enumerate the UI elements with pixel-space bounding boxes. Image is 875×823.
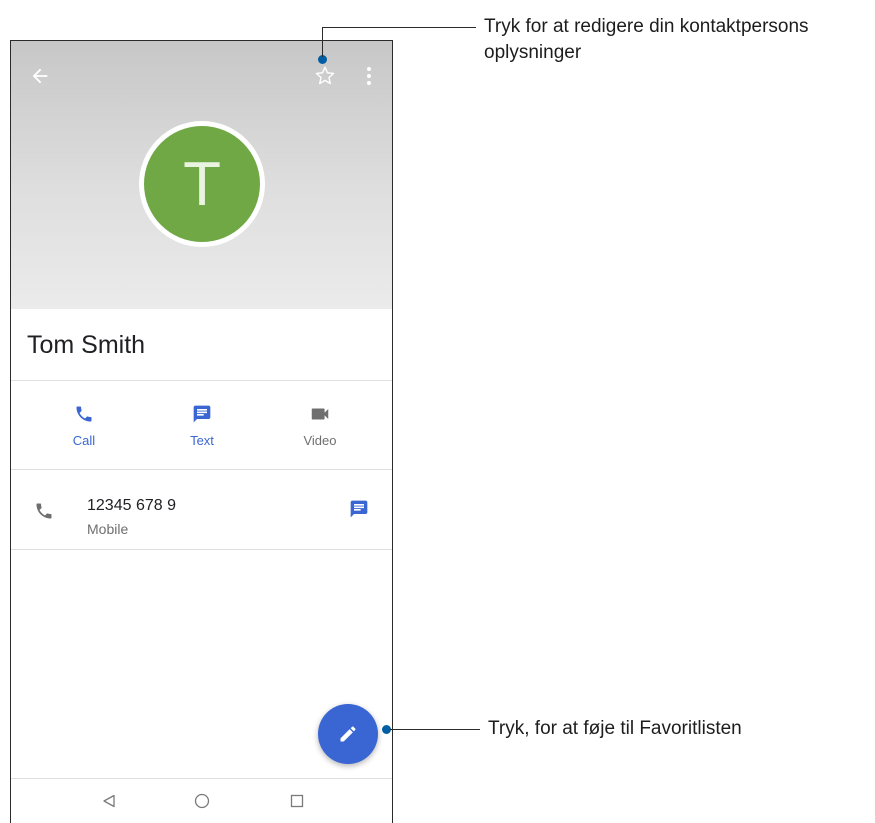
callout-text-line: oplysninger [484, 42, 582, 63]
edit-fab-button[interactable] [318, 704, 378, 764]
phone-type: Mobile [87, 521, 129, 537]
contact-name: Tom Smith [27, 331, 146, 359]
recents-square-icon[interactable] [286, 790, 308, 812]
divider [11, 469, 392, 470]
divider [11, 380, 392, 381]
video-label: Video [303, 433, 337, 448]
callout-text-line: Tryk for at redigere din kontaktpersons [484, 16, 809, 37]
phone-number-row[interactable]: 12345 678 9 Mobile [11, 471, 392, 549]
divider [11, 549, 392, 550]
navigation-bar [11, 778, 392, 823]
avatar-ring: T [139, 121, 265, 247]
back-arrow-icon[interactable] [29, 65, 51, 87]
phone-screen: T Tom Smith Call Text Video 12345 678 9 … [10, 40, 393, 823]
phone-icon [73, 403, 95, 425]
callout-line [322, 27, 476, 28]
call-label: Call [72, 433, 96, 448]
back-triangle-icon[interactable] [98, 790, 120, 812]
text-action-button[interactable]: Text [167, 403, 237, 448]
callout-favorites-text: Tryk, for at føje til Favoritlisten [488, 718, 742, 739]
more-vert-icon[interactable] [361, 64, 377, 88]
call-action-button[interactable]: Call [49, 403, 119, 448]
phone-icon [34, 501, 54, 526]
phone-number: 12345 678 9 [87, 497, 176, 514]
videocam-icon [309, 403, 331, 425]
callout-edit-text: Tryk for at redigere din kontaktpersons … [484, 14, 809, 66]
video-action-button[interactable]: Video [285, 403, 355, 448]
home-circle-icon[interactable] [191, 790, 213, 812]
avatar: T [144, 126, 260, 242]
message-icon [191, 403, 213, 425]
message-icon[interactable] [349, 499, 369, 524]
contact-header: T [11, 41, 392, 309]
edit-pencil-icon [338, 724, 358, 744]
callout-line [322, 27, 323, 57]
star-icon[interactable] [313, 64, 337, 88]
callout-line [390, 729, 480, 730]
text-label: Text [190, 433, 214, 448]
